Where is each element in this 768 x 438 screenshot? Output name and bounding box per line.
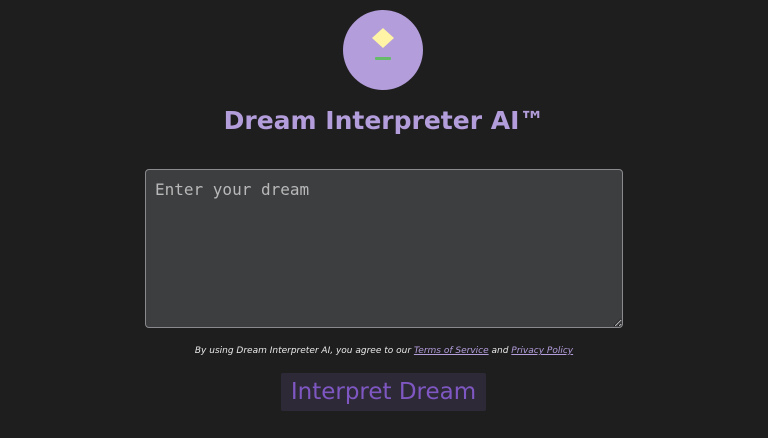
- dream-input[interactable]: [145, 169, 623, 328]
- app-logo: [343, 10, 423, 90]
- terms-disclaimer: By using Dream Interpreter AI, you agree…: [0, 346, 768, 356]
- interpret-dream-button[interactable]: Interpret Dream: [281, 373, 486, 411]
- page: Dream Interpreter AI™ By using Dream Int…: [0, 0, 768, 438]
- terms-of-service-link[interactable]: Terms of Service: [414, 346, 489, 356]
- page-title: Dream Interpreter AI™: [223, 106, 545, 135]
- privacy-policy-link[interactable]: Privacy Policy: [511, 346, 573, 356]
- dream-lamp-icon: [372, 28, 394, 60]
- disclaimer-text: By using Dream Interpreter AI, you agree…: [194, 346, 414, 356]
- disclaimer-conjunction: and: [488, 346, 512, 356]
